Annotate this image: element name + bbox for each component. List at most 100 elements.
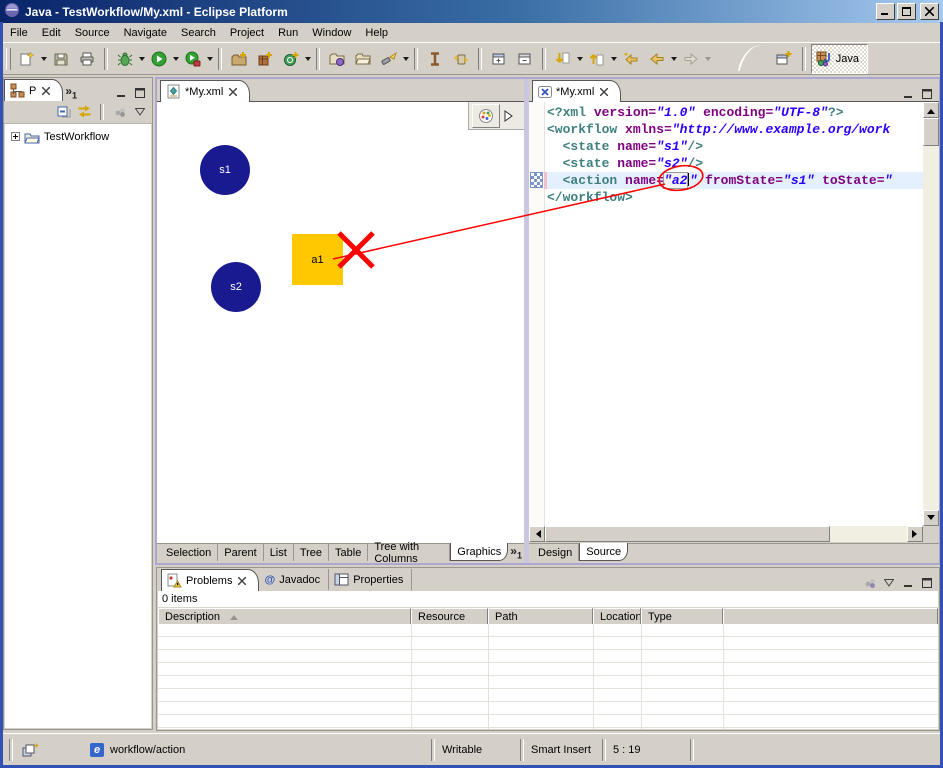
external-tools-dropdown[interactable]	[207, 57, 213, 64]
btab-source[interactable]: Source	[579, 543, 628, 561]
tab-problems[interactable]: Problems	[161, 569, 259, 591]
toolbar-grip[interactable]	[6, 48, 11, 70]
state-node-s1[interactable]: s1	[200, 145, 250, 195]
tab-graphics-myxml[interactable]: *My.xml	[160, 80, 250, 102]
java-perspective-button[interactable]: Java	[811, 44, 868, 74]
ruler-annotation-marker[interactable]	[530, 172, 543, 188]
scroll-left-icon[interactable]	[529, 526, 545, 542]
menu-file[interactable]: File	[3, 25, 35, 41]
run-button[interactable]	[146, 47, 172, 71]
code-line[interactable]: <?xml version="1.0" encoding="UTF-8"?>	[547, 104, 923, 121]
close-button[interactable]	[920, 3, 939, 20]
fast-view-button[interactable]	[13, 739, 40, 761]
problems-filter-icon[interactable]	[862, 576, 878, 590]
new-package-button[interactable]	[252, 47, 278, 71]
source-text-area[interactable]: <?xml version="1.0" encoding="UTF-8"?><w…	[529, 101, 939, 526]
open-perspective-button[interactable]	[771, 46, 797, 72]
scroll-right-icon[interactable]	[907, 526, 923, 542]
view-menu-icon[interactable]	[132, 105, 148, 119]
open-resource-button[interactable]	[350, 47, 376, 71]
title-bar[interactable]: Java - TestWorkflow/My.xml - Eclipse Pla…	[0, 0, 943, 23]
graphics-canvas[interactable]: s1 s2 a1	[157, 101, 524, 544]
code-line[interactable]: <workflow xmlns="http://www.example.org/…	[547, 121, 923, 138]
annotation-ruler[interactable]	[529, 102, 545, 526]
back-dropdown[interactable]	[671, 57, 677, 64]
save-button[interactable]	[48, 47, 74, 71]
previous-annotation-dropdown[interactable]	[611, 57, 617, 64]
bottom-tab-overflow-chevron[interactable]: »1	[508, 544, 524, 560]
maximize-view-icon[interactable]	[919, 576, 935, 590]
palette-button[interactable]	[472, 104, 500, 128]
menu-search[interactable]: Search	[174, 25, 223, 41]
btab-tree[interactable]: Tree	[294, 544, 329, 561]
btab-graphics[interactable]: Graphics	[450, 543, 508, 561]
close-icon[interactable]	[42, 87, 50, 95]
vertical-scrollbar[interactable]	[923, 102, 939, 526]
tab-javadoc[interactable]: @ Javadoc	[259, 569, 329, 590]
minimize-view-icon[interactable]	[113, 86, 129, 100]
menu-source[interactable]: Source	[68, 25, 117, 41]
forward-button[interactable]	[678, 47, 704, 71]
last-edit-location-button[interactable]	[618, 47, 644, 71]
maximize-button[interactable]	[897, 3, 916, 20]
debug-button[interactable]	[112, 47, 138, 71]
code-line[interactable]: </workflow>	[547, 189, 923, 206]
next-annotation-button[interactable]	[550, 47, 576, 71]
horizontal-scroll-thumb[interactable]	[545, 526, 830, 542]
column-location[interactable]: Location	[593, 608, 641, 625]
tab-source-myxml[interactable]: *My.xml	[532, 80, 621, 102]
filters-icon[interactable]	[112, 105, 128, 119]
debug-dropdown[interactable]	[139, 57, 145, 64]
minimize-view-icon[interactable]	[900, 576, 916, 590]
window-remove-button[interactable]	[512, 47, 538, 71]
state-node-s2[interactable]: s2	[211, 262, 261, 312]
forward-dropdown[interactable]	[705, 57, 711, 64]
vertical-scroll-thumb[interactable]	[923, 118, 939, 146]
previous-annotation-button[interactable]	[584, 47, 610, 71]
search-button[interactable]	[376, 47, 402, 71]
btab-selection[interactable]: Selection	[160, 544, 218, 561]
problems-table-body[interactable]	[158, 624, 938, 729]
tab-properties[interactable]: Properties	[329, 569, 412, 590]
btab-table[interactable]: Table	[329, 544, 368, 561]
new-java-project-button[interactable]	[226, 47, 252, 71]
open-type-button[interactable]	[324, 47, 350, 71]
collapse-all-icon[interactable]	[56, 105, 72, 119]
menu-navigate[interactable]: Navigate	[117, 25, 174, 41]
window-add-button[interactable]	[486, 47, 512, 71]
tab-package-explorer[interactable]: P	[4, 79, 63, 101]
scroll-up-icon[interactable]	[923, 102, 939, 118]
scroll-down-icon[interactable]	[923, 510, 939, 526]
tab-overflow-chevron[interactable]: »1	[63, 84, 79, 100]
column-path[interactable]: Path	[488, 608, 593, 625]
next-annotation-dropdown[interactable]	[577, 57, 583, 64]
new-wizard-button[interactable]	[14, 47, 40, 71]
print-button[interactable]	[74, 47, 100, 71]
close-icon[interactable]	[238, 577, 246, 585]
link-with-editor-icon[interactable]	[76, 105, 92, 119]
external-tools-button[interactable]	[180, 47, 206, 71]
tree-item-testworkflow[interactable]: TestWorkflow	[5, 128, 151, 145]
btab-list[interactable]: List	[264, 544, 294, 561]
menu-help[interactable]: Help	[358, 25, 395, 41]
type-hierarchy-button[interactable]	[422, 47, 448, 71]
btab-parent[interactable]: Parent	[218, 544, 263, 561]
column-type[interactable]: Type	[641, 608, 723, 625]
menu-run[interactable]: Run	[271, 25, 305, 41]
menu-project[interactable]: Project	[223, 25, 271, 41]
back-button[interactable]	[644, 47, 670, 71]
view-menu-icon[interactable]	[881, 576, 897, 590]
run-dropdown[interactable]	[173, 57, 179, 64]
code-line[interactable]: <state name="s1"/>	[547, 138, 923, 155]
menu-window[interactable]: Window	[305, 25, 358, 41]
close-icon[interactable]	[229, 88, 237, 96]
new-wizard-dropdown[interactable]	[41, 57, 47, 64]
column-resource[interactable]: Resource	[411, 608, 488, 625]
minimize-button[interactable]	[876, 3, 895, 20]
close-icon[interactable]	[600, 88, 608, 96]
maximize-view-icon[interactable]	[132, 86, 148, 100]
expand-icon[interactable]	[11, 132, 20, 141]
minimize-editor-icon[interactable]	[900, 87, 916, 101]
horizontal-scrollbar[interactable]	[529, 526, 923, 542]
column-description[interactable]: Description	[158, 608, 411, 625]
